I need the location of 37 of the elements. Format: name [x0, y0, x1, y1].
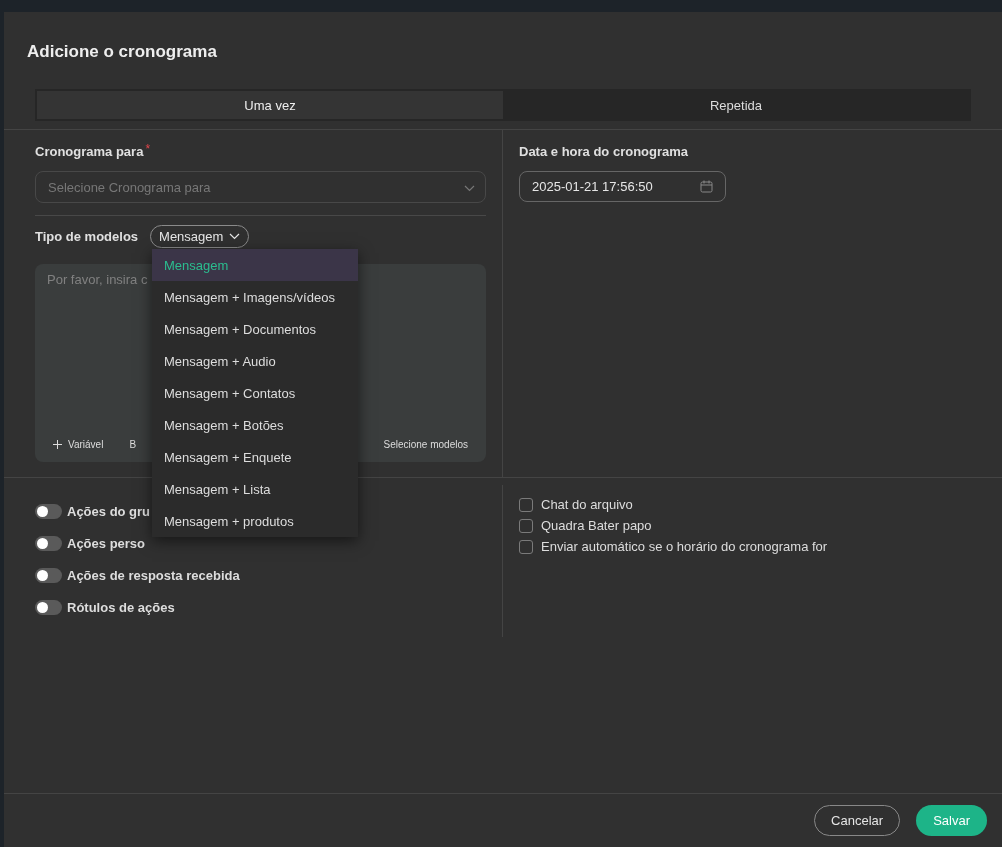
menu-item[interactable]: Mensagem + Audio: [152, 345, 358, 377]
toggle-label: Ações do gru: [67, 503, 151, 519]
toggle-label: Ações perso: [67, 535, 146, 551]
add-variable-button[interactable]: Variável: [53, 439, 104, 450]
menu-item[interactable]: Mensagem + Lista: [152, 473, 358, 505]
chevron-down-icon: [464, 184, 475, 192]
bold-button[interactable]: B: [129, 439, 137, 450]
field-label: Tipo de modelos: [35, 229, 139, 244]
required-mark: *: [145, 142, 151, 156]
toggle-switch[interactable]: [35, 567, 62, 583]
checkbox-label: Quadra Bater papo: [541, 518, 652, 533]
select-templates-button[interactable]: Selecione modelos: [383, 439, 468, 450]
checkbox[interactable]: [519, 539, 533, 554]
toggle-switch[interactable]: [35, 535, 62, 551]
checkbox-label: Chat do arquivo: [541, 497, 633, 512]
plus-icon: [53, 440, 62, 449]
datetime-field[interactable]: 2025-01-21 17:56:50: [519, 171, 726, 202]
toggle-switch[interactable]: [35, 599, 62, 615]
menu-item[interactable]: Mensagem + Contatos: [152, 377, 358, 409]
toggle-label: Ações de resposta recebida: [67, 567, 240, 583]
menu-item[interactable]: Mensagem: [152, 249, 358, 281]
menu-item[interactable]: Mensagem + Imagens/vídeos: [152, 281, 358, 313]
checkbox[interactable]: [519, 518, 533, 533]
menu-item[interactable]: Mensagem + produtos: [152, 505, 358, 537]
menu-item[interactable]: Mensagem + Documentos: [152, 313, 358, 345]
menu-item[interactable]: Mensagem + Botões: [152, 409, 358, 441]
chevron-down-icon: [229, 233, 241, 240]
checkbox-label: Enviar automático se o horário do cronograma for: [541, 539, 828, 554]
field-label: Data e hora do cronograma: [519, 144, 689, 159]
dialog-title: Adicione o cronograma: [27, 42, 217, 62]
tab[interactable]: Repetida: [503, 91, 969, 119]
field-label: Cronograma para: [35, 144, 144, 159]
toggle-label: Rótulos de ações: [67, 599, 175, 615]
calendar-icon: [700, 180, 713, 193]
checkbox[interactable]: [519, 497, 533, 512]
tab[interactable]: Uma vez: [37, 91, 503, 119]
toggle-switch[interactable]: [35, 503, 62, 519]
